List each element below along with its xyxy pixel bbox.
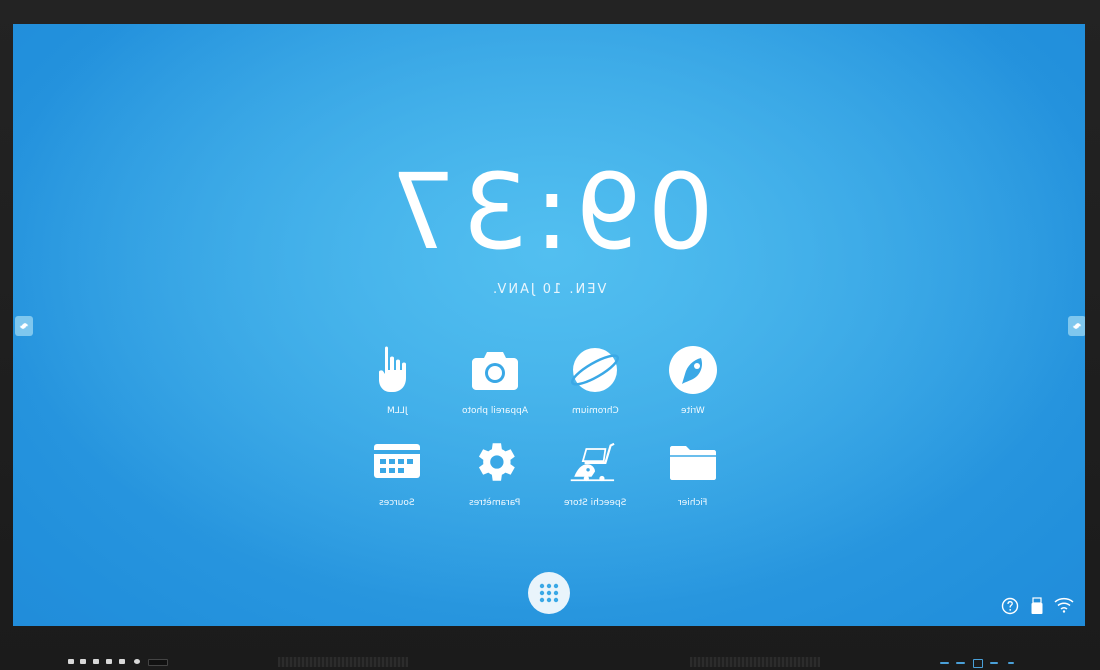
bezel-button-input[interactable] — [68, 659, 74, 664]
wifi-icon — [1054, 597, 1074, 613]
write-icon — [667, 344, 719, 396]
app-label: Appareil photo — [462, 406, 528, 416]
camera-icon — [469, 344, 521, 396]
bezel-button-home[interactable] — [80, 659, 86, 664]
clock-date: VEN. 10 JANV. — [13, 282, 1085, 297]
sources-icon — [371, 436, 423, 488]
app-label: Paramètres — [469, 498, 521, 508]
app-label: Speechi Store — [563, 498, 627, 508]
app-speechi-store[interactable]: Speechi Store — [545, 436, 645, 508]
clock-date-text: VEN. 10 JANV. — [491, 282, 607, 297]
app-parametres[interactable]: Paramètres — [445, 436, 545, 508]
bezel-port-3 — [973, 659, 983, 668]
usb-icon — [1031, 597, 1043, 614]
hand-icon — [371, 344, 423, 396]
bezel-sensor — [148, 659, 168, 666]
home-screen: 09:37 VEN. 10 JANV. JLLM Appareil photo … — [13, 24, 1085, 626]
help-status[interactable] — [1001, 597, 1019, 615]
chromium-icon — [569, 344, 621, 396]
store-icon — [569, 436, 621, 488]
app-label: Fichier — [678, 498, 708, 508]
gear-icon — [469, 436, 521, 488]
bezel-port-1 — [940, 662, 949, 664]
app-write[interactable]: Write — [643, 344, 743, 416]
gear-icon — [19, 322, 29, 330]
speaker-grille-left — [278, 657, 408, 667]
usb-status[interactable] — [1030, 597, 1044, 615]
app-label: JLLM — [386, 406, 408, 416]
folder-icon — [667, 436, 719, 488]
app-appareil-photo[interactable]: Appareil photo — [445, 344, 545, 416]
bezel-button-volume[interactable] — [119, 659, 125, 664]
app-label: Chromium — [571, 406, 619, 416]
clock-time-text: 09:37 — [384, 151, 714, 273]
bezel-button-menu[interactable] — [106, 659, 112, 664]
app-drawer-button[interactable] — [528, 572, 570, 614]
apps-grid-icon — [539, 583, 559, 603]
app-sources[interactable]: Sources — [347, 436, 447, 508]
clock-time: 09:37 — [13, 151, 1085, 273]
bezel-port-4 — [990, 662, 998, 664]
wifi-status[interactable] — [1054, 597, 1074, 613]
right-side-menu-button[interactable] — [1068, 316, 1085, 336]
bezel-port-2 — [956, 662, 965, 664]
bezel-button-back[interactable] — [93, 659, 99, 664]
bezel-port-5 — [1008, 662, 1014, 664]
app-label: Sources — [379, 498, 415, 508]
app-fichier[interactable]: Fichier — [643, 436, 743, 508]
left-side-menu-button[interactable] — [15, 316, 33, 336]
speaker-grille-right — [690, 657, 820, 667]
app-label: Write — [681, 406, 705, 416]
bezel-button-power[interactable] — [134, 659, 140, 664]
help-icon — [1001, 597, 1019, 615]
app-grid: JLLM Appareil photo Chromium Write Sourc… — [361, 344, 741, 524]
app-chromium[interactable]: Chromium — [545, 344, 645, 416]
app-jllm[interactable]: JLLM — [347, 344, 447, 416]
gear-icon — [1072, 322, 1082, 330]
